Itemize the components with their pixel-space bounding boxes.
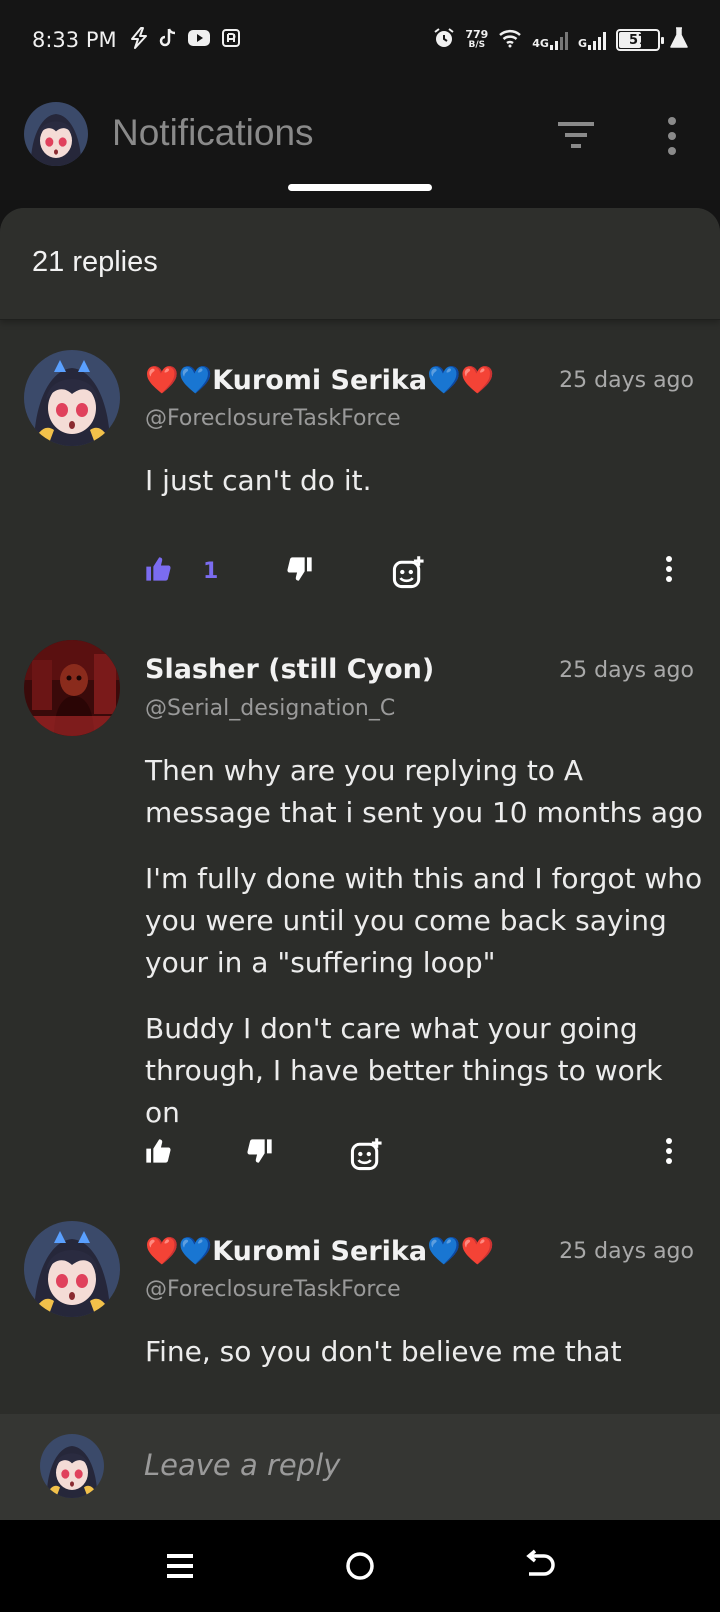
replies-count: 21 replies xyxy=(32,246,158,278)
comment-paragraph: Buddy I don't care what your going throu… xyxy=(145,1012,663,1129)
add-reaction-icon xyxy=(350,1138,382,1171)
commenter-avatar[interactable] xyxy=(24,1221,120,1317)
battery-icon: 57 xyxy=(616,29,664,51)
add-reaction-icon xyxy=(392,556,424,589)
comment-more-button[interactable] xyxy=(664,1137,678,1177)
comment-body: Fine, so you don't believe me that xyxy=(145,1331,705,1397)
comment-paragraph: I just can't do it. xyxy=(145,464,372,497)
youtube-icon xyxy=(187,29,211,51)
react-button[interactable] xyxy=(350,1137,390,1177)
system-icons: 779 B/S 4G G 57 xyxy=(433,27,688,53)
thumbs-down-icon xyxy=(287,557,312,581)
comment-paragraph: Fine, so you don't believe me that xyxy=(145,1335,622,1368)
my-avatar xyxy=(40,1434,104,1498)
comment-actions xyxy=(0,1137,720,1187)
commenter-handle[interactable]: @ForeclosureTaskForce xyxy=(145,406,401,431)
back-arrow-icon xyxy=(526,1549,555,1576)
status-time: 8:33 PM xyxy=(32,28,117,52)
reply-bar xyxy=(0,1414,720,1520)
battery-level: 57 xyxy=(628,32,648,48)
comment-paragraph: Then why are you replying to A message t… xyxy=(145,754,703,829)
network-speed: 779 B/S xyxy=(465,29,488,51)
home-circle-icon xyxy=(346,1552,374,1580)
signal-bars-icon xyxy=(549,30,568,50)
wifi-icon xyxy=(498,28,522,52)
system-nav-bar xyxy=(0,1520,720,1612)
tiktok-icon xyxy=(159,28,177,52)
like-button[interactable] xyxy=(144,1137,184,1177)
alarm-icon xyxy=(433,27,455,53)
commenter-name[interactable]: Slasher (still Cyon) xyxy=(145,654,434,685)
comment-time: 25 days ago xyxy=(559,658,694,683)
menu-icon xyxy=(167,1554,193,1578)
filter-icon[interactable] xyxy=(556,120,596,150)
app-icon xyxy=(221,28,241,52)
dislike-button[interactable] xyxy=(246,1137,286,1177)
anime-avatar-image xyxy=(24,1221,120,1317)
more-options-icon xyxy=(666,1138,672,1164)
status-bar: 8:33 PM 779 B/S 4G G 57 xyxy=(0,0,720,80)
commenter-handle[interactable]: @Serial_designation_C xyxy=(145,696,395,721)
thumbs-down-icon xyxy=(247,1139,272,1163)
react-button[interactable] xyxy=(392,555,432,595)
comment-body: I just can't do it. xyxy=(145,460,705,526)
home-button[interactable] xyxy=(340,1546,380,1586)
commenter-avatar[interactable] xyxy=(24,640,120,736)
profile-avatar[interactable] xyxy=(24,102,88,166)
thumbs-up-icon xyxy=(146,1139,171,1163)
replies-sheet: 21 replies ❤️💙Kuromi Serika💙❤️ @Foreclos… xyxy=(0,208,720,1518)
thumbs-up-icon xyxy=(146,557,171,581)
commenter-name[interactable]: ❤️💙Kuromi Serika💙❤️ xyxy=(145,1235,494,1267)
anime-avatar-image xyxy=(24,350,120,446)
signal-bars-icon xyxy=(588,30,606,50)
back-button[interactable] xyxy=(520,1546,560,1586)
network-type-2: G xyxy=(577,37,587,50)
recents-button[interactable] xyxy=(160,1546,200,1586)
comment-actions: 1 xyxy=(0,555,720,605)
sheet-drag-handle[interactable] xyxy=(288,184,432,191)
speed-unit: B/S xyxy=(468,40,486,50)
slasher-avatar-image xyxy=(24,640,120,736)
anime-avatar-image xyxy=(40,1434,104,1498)
flash-icon xyxy=(129,27,149,53)
notification-icons xyxy=(129,27,241,53)
comment-time: 25 days ago xyxy=(559,1239,694,1264)
more-options-icon[interactable] xyxy=(660,116,684,156)
commenter-handle[interactable]: @ForeclosureTaskForce xyxy=(145,1277,401,1302)
page-title: Notifications xyxy=(112,112,314,153)
speed-value: 779 xyxy=(465,28,489,41)
app-bar: Notifications xyxy=(0,80,720,200)
comment-more-button[interactable] xyxy=(664,555,678,595)
reply-input[interactable] xyxy=(144,1440,684,1490)
commenter-name[interactable]: ❤️💙Kuromi Serika💙❤️ xyxy=(145,364,494,396)
comment-body: Then why are you replying to A message t… xyxy=(145,750,705,1158)
signal-sim1: 4G xyxy=(532,30,568,50)
flask-icon xyxy=(670,27,688,53)
like-count: 1 xyxy=(203,559,219,584)
like-button[interactable] xyxy=(144,555,184,595)
sheet-header: 21 replies xyxy=(0,208,720,320)
comment-paragraph: I'm fully done with this and I forgot wh… xyxy=(145,862,703,979)
signal-sim2: G xyxy=(578,30,606,50)
network-type-1: 4G xyxy=(532,37,549,50)
commenter-avatar[interactable] xyxy=(24,350,120,446)
anime-avatar-image xyxy=(24,102,88,166)
more-options-icon xyxy=(666,556,672,582)
comment-time: 25 days ago xyxy=(559,368,694,393)
dislike-button[interactable] xyxy=(286,555,326,595)
